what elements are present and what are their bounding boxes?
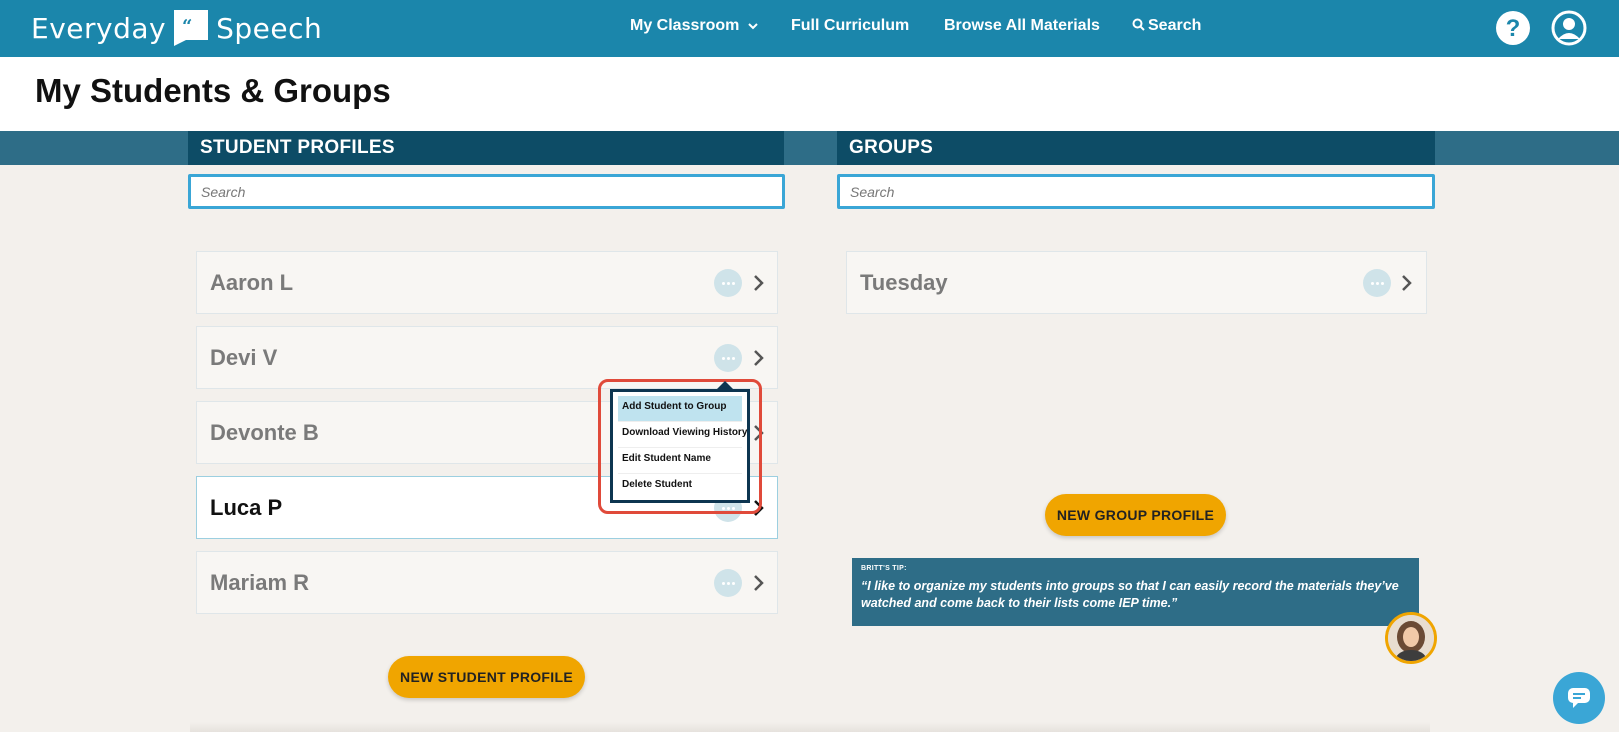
groups-header: GROUPS — [837, 131, 1435, 165]
new-student-profile-button[interactable]: NEW STUDENT PROFILE — [388, 656, 585, 698]
logo-text-left: Everyday — [31, 11, 167, 45]
tip-box: BRITT'S TIP: “I like to organize my stud… — [852, 558, 1419, 626]
nav-browse-all-materials[interactable]: Browse All Materials — [944, 17, 1100, 35]
nav-search[interactable]: Search — [1132, 17, 1201, 35]
student-name: Aaron L — [210, 270, 294, 295]
more-options-icon[interactable] — [714, 269, 742, 297]
search-icon — [1132, 18, 1145, 31]
student-name: Devonte B — [210, 420, 319, 445]
footer-shadow — [190, 722, 1430, 732]
logo-text-right: Speech — [216, 11, 323, 45]
nav-full-curriculum[interactable]: Full Curriculum — [791, 17, 909, 35]
tip-text: “I like to organize my students into gro… — [861, 579, 1399, 610]
chevron-down-icon — [748, 23, 758, 30]
chevron-right-icon — [754, 350, 764, 366]
new-group-profile-button[interactable]: NEW GROUP PROFILE — [1045, 494, 1226, 536]
group-row-tuesday[interactable]: Tuesday — [846, 251, 1427, 314]
nav-search-label: Search — [1148, 17, 1202, 34]
tip-author-avatar — [1385, 612, 1437, 664]
chevron-right-icon — [1402, 275, 1412, 291]
everyday-speech-logo[interactable]: Everyday “ Speech — [31, 8, 322, 48]
tip-label: BRITT'S TIP: — [861, 565, 907, 572]
menu-download-viewing-history[interactable]: Download Viewing History — [618, 422, 747, 448]
more-options-icon[interactable] — [714, 344, 742, 372]
group-name: Tuesday — [860, 270, 948, 295]
chevron-right-icon — [754, 575, 764, 591]
student-search-input[interactable] — [188, 174, 785, 209]
more-options-icon[interactable] — [1363, 269, 1391, 297]
student-options-menu: Add Student to Group Download Viewing Hi… — [610, 389, 750, 503]
help-icon[interactable]: ? — [1495, 10, 1531, 46]
svg-text:“: “ — [182, 16, 193, 37]
student-row-mariam-r[interactable]: Mariam R — [196, 551, 778, 614]
page-title: My Students & Groups — [35, 72, 391, 109]
top-navigation-bar: Everyday “ Speech My Classroom Full Curr… — [0, 0, 1619, 57]
more-options-icon[interactable] — [714, 569, 742, 597]
menu-edit-student-name[interactable]: Edit Student Name — [618, 448, 742, 474]
student-name: Mariam R — [210, 570, 310, 595]
nav-my-classroom[interactable]: My Classroom — [630, 17, 758, 35]
menu-delete-student[interactable]: Delete Student — [618, 474, 742, 500]
chat-icon — [1568, 688, 1590, 708]
top-right-icons: ? — [1495, 10, 1587, 46]
student-row-aaron-l[interactable]: Aaron L — [196, 251, 778, 314]
chat-widget-button[interactable] — [1553, 672, 1605, 724]
nav-my-classroom-label: My Classroom — [630, 17, 740, 34]
student-name: Devi V — [210, 345, 278, 370]
svg-text:?: ? — [1506, 15, 1521, 42]
student-profiles-header: STUDENT PROFILES — [188, 131, 784, 165]
menu-add-student-to-group[interactable]: Add Student to Group — [618, 396, 742, 422]
group-search-input[interactable] — [837, 174, 1435, 209]
student-name: Luca P — [210, 495, 283, 520]
menu-caret — [717, 381, 733, 389]
chevron-right-icon — [754, 275, 764, 291]
speech-bubble-logo-icon: “ — [174, 10, 209, 46]
account-icon[interactable] — [1551, 10, 1587, 46]
